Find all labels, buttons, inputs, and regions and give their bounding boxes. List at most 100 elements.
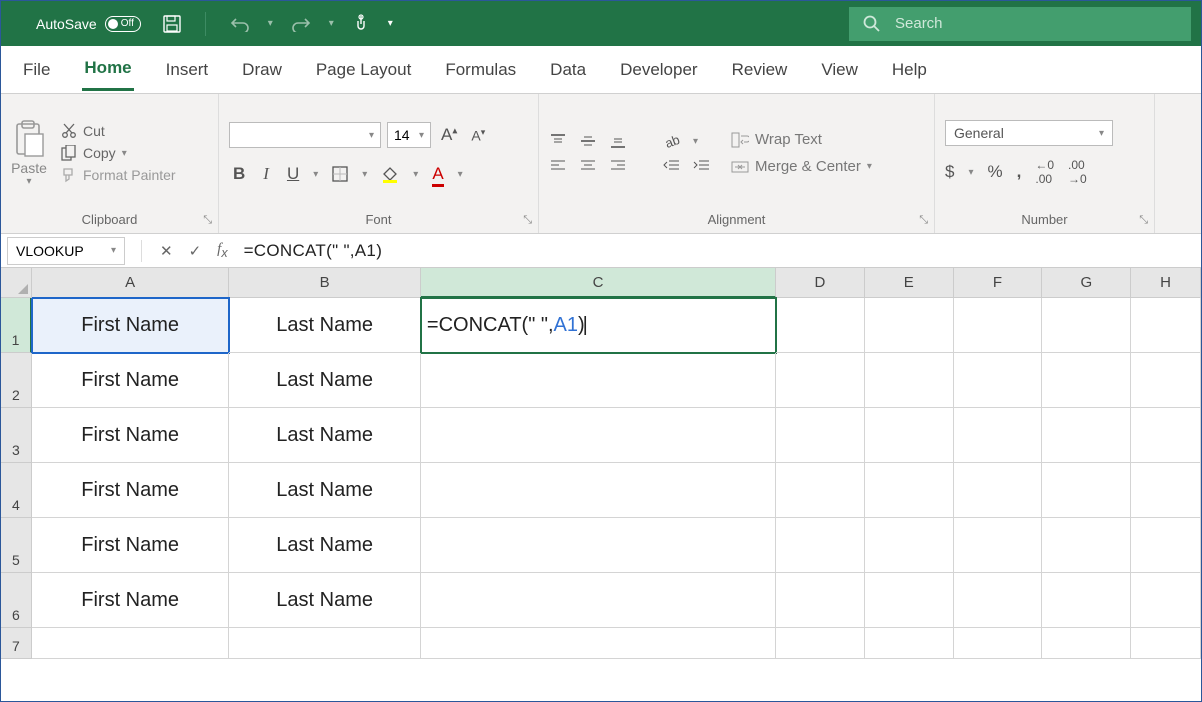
cell-G1[interactable] (1042, 298, 1131, 353)
cell-C1[interactable]: =CONCAT(" ",A1)| (421, 298, 776, 353)
copy-button[interactable]: Copy▾ (61, 145, 176, 161)
cell-G4[interactable] (1042, 463, 1131, 518)
redo-icon[interactable] (291, 16, 311, 32)
cell-A5[interactable]: First Name (32, 518, 229, 573)
increase-indent-icon[interactable] (693, 159, 711, 173)
cell-E7[interactable] (865, 628, 954, 659)
cell-D6[interactable] (776, 573, 865, 628)
font-size-select[interactable]: 14▾ (387, 122, 431, 148)
fontcolor-dropdown-icon[interactable]: ▾ (458, 169, 463, 180)
cell-G7[interactable] (1042, 628, 1131, 659)
cell-E5[interactable] (865, 518, 954, 573)
row-header-5[interactable]: 5 (1, 518, 32, 573)
cell-B6[interactable]: Last Name (229, 573, 421, 628)
cell-D2[interactable] (776, 353, 865, 408)
merge-dropdown-icon[interactable]: ▾ (867, 161, 872, 172)
tab-developer[interactable]: Developer (618, 50, 700, 90)
cell-H4[interactable] (1131, 463, 1201, 518)
insert-function-button[interactable]: fx (209, 241, 235, 260)
cell-H6[interactable] (1131, 573, 1201, 628)
cell-A4[interactable]: First Name (32, 463, 229, 518)
underline-button[interactable]: U (283, 164, 303, 184)
cell-A3[interactable]: First Name (32, 408, 229, 463)
column-header-F[interactable]: F (954, 268, 1043, 298)
cell-D7[interactable] (776, 628, 865, 659)
cell-B3[interactable]: Last Name (229, 408, 421, 463)
column-header-E[interactable]: E (865, 268, 954, 298)
cell-C5[interactable] (421, 518, 776, 573)
cell-H5[interactable] (1131, 518, 1201, 573)
cell-F5[interactable] (954, 518, 1043, 573)
redo-dropdown-icon[interactable]: ▾ (329, 18, 334, 29)
touch-mode-icon[interactable] (352, 14, 370, 34)
cell-F7[interactable] (954, 628, 1043, 659)
cell-G5[interactable] (1042, 518, 1131, 573)
search-box[interactable]: Search (849, 7, 1191, 41)
font-name-select[interactable]: ▾ (229, 122, 381, 148)
accounting-format-button[interactable]: $ (945, 162, 954, 182)
autosave-toggle[interactable]: AutoSave Off (36, 16, 141, 32)
cell-B4[interactable]: Last Name (229, 463, 421, 518)
row-header-1[interactable]: 1 (1, 298, 32, 353)
row-header-2[interactable]: 2 (1, 353, 32, 408)
clipboard-launcher-icon[interactable]: ⤡ (203, 214, 212, 227)
column-header-C[interactable]: C (421, 268, 776, 298)
cell-G3[interactable] (1042, 408, 1131, 463)
row-header-4[interactable]: 4 (1, 463, 32, 518)
toggle-switch[interactable]: Off (105, 16, 141, 32)
cell-H7[interactable] (1131, 628, 1201, 659)
cell-B7[interactable] (229, 628, 421, 659)
cell-D3[interactable] (776, 408, 865, 463)
column-header-B[interactable]: B (229, 268, 421, 298)
tab-insert[interactable]: Insert (164, 50, 211, 90)
cell-H3[interactable] (1131, 408, 1201, 463)
select-all-corner[interactable] (1, 268, 32, 298)
cell-H1[interactable] (1131, 298, 1201, 353)
tab-view[interactable]: View (819, 50, 860, 90)
cell-D4[interactable] (776, 463, 865, 518)
column-header-D[interactable]: D (776, 268, 865, 298)
cell-F1[interactable] (954, 298, 1043, 353)
cell-G6[interactable] (1042, 573, 1131, 628)
format-painter-button[interactable]: Format Painter (61, 167, 176, 183)
orientation-icon[interactable]: ab (663, 133, 681, 149)
paste-button[interactable]: Paste ▾ (11, 120, 47, 187)
orientation-dropdown-icon[interactable]: ▾ (693, 136, 698, 147)
cell-A1[interactable]: First Name (32, 298, 229, 353)
enter-formula-button[interactable]: ✓ (181, 242, 210, 260)
cell-B1[interactable]: Last Name (229, 298, 421, 353)
alignment-launcher-icon[interactable]: ⤡ (919, 214, 928, 227)
decrease-indent-icon[interactable] (663, 159, 681, 173)
tab-draw[interactable]: Draw (240, 50, 284, 90)
cell-D5[interactable] (776, 518, 865, 573)
number-launcher-icon[interactable]: ⤡ (1139, 214, 1148, 227)
cell-F4[interactable] (954, 463, 1043, 518)
cell-E1[interactable] (865, 298, 954, 353)
touch-dropdown-icon[interactable]: ▾ (388, 18, 393, 29)
comma-format-button[interactable]: , (1017, 162, 1022, 182)
cut-button[interactable]: Cut (61, 123, 176, 139)
tab-file[interactable]: File (21, 50, 52, 90)
wrap-text-button[interactable]: Wrap Text (731, 131, 872, 148)
cell-E4[interactable] (865, 463, 954, 518)
cell-E2[interactable] (865, 353, 954, 408)
tab-formulas[interactable]: Formulas (443, 50, 518, 90)
align-left-icon[interactable] (549, 159, 567, 173)
name-box[interactable]: VLOOKUP▾ (7, 237, 125, 265)
increase-decimal-button[interactable]: ←0.00 (1035, 158, 1054, 186)
cell-C6[interactable] (421, 573, 776, 628)
copy-dropdown-icon[interactable]: ▾ (122, 148, 127, 159)
undo-icon[interactable] (230, 16, 250, 32)
cell-A6[interactable]: First Name (32, 573, 229, 628)
tab-home[interactable]: Home (82, 48, 133, 91)
undo-dropdown-icon[interactable]: ▾ (268, 18, 273, 29)
fill-color-button[interactable] (377, 165, 403, 183)
cell-B5[interactable]: Last Name (229, 518, 421, 573)
paste-dropdown-icon[interactable]: ▾ (26, 176, 31, 187)
percent-format-button[interactable]: % (988, 162, 1003, 182)
cell-C3[interactable] (421, 408, 776, 463)
cell-C2[interactable] (421, 353, 776, 408)
border-dropdown-icon[interactable]: ▾ (362, 169, 367, 180)
border-button[interactable] (328, 166, 352, 182)
italic-button[interactable]: I (259, 164, 273, 184)
